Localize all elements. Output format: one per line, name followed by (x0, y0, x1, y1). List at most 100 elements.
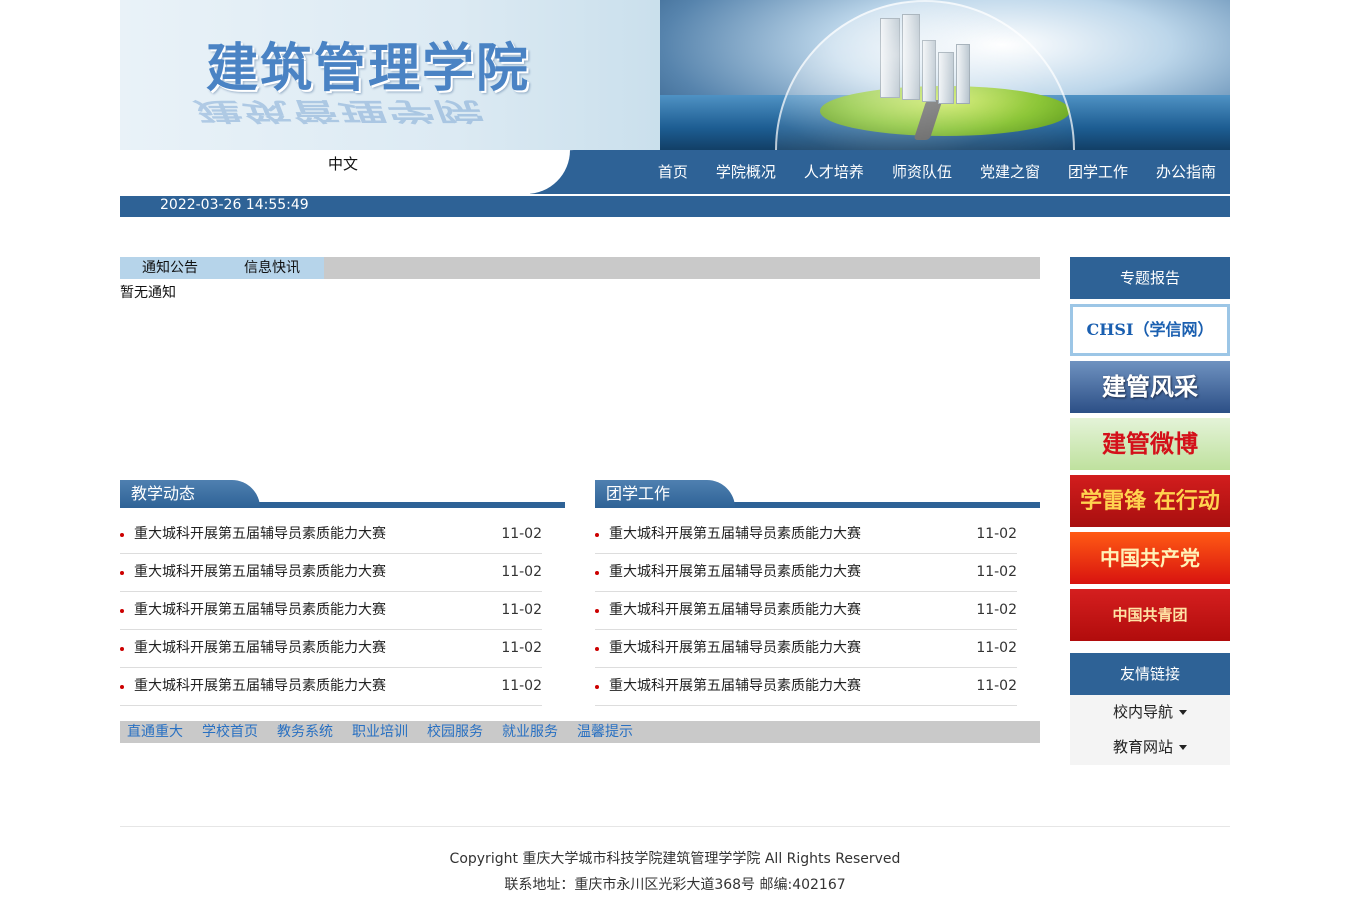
nav-office-guide[interactable]: 办公指南 (1142, 150, 1230, 194)
bullet-icon (595, 533, 599, 537)
language-area: 中文 (120, 150, 480, 194)
nav-party[interactable]: 党建之窗 (966, 150, 1054, 194)
education-sites-dropdown[interactable]: 教育网站 (1070, 730, 1230, 765)
bullet-icon (120, 685, 124, 689)
nav-row: 中文 首页 学院概况 人才培养 师资队伍 党建之窗 团学工作 办公指南 (120, 150, 1230, 194)
tab-notices[interactable]: 通知公告 (120, 257, 220, 279)
news-title[interactable]: 重大城科开展第五届辅导员素质能力大赛 (609, 592, 861, 628)
news-title[interactable]: 重大城科开展第五届辅导员素质能力大赛 (134, 630, 386, 666)
nav-home[interactable]: 首页 (644, 150, 702, 194)
date-bar: 2022-03-26 14:55:49 (120, 196, 1230, 217)
banner-chsi[interactable]: CHSI（学信网） (1070, 304, 1230, 356)
banner-label: CHSI（学信网） (1086, 320, 1214, 339)
banner-jianguan-style[interactable]: 建管风采 (1070, 361, 1230, 413)
sidebar-title: 友情链接 (1070, 653, 1230, 695)
panel-title[interactable]: 团学工作 (595, 480, 735, 508)
news-title[interactable]: 重大城科开展第五届辅导员素质能力大赛 (134, 592, 386, 628)
news-title[interactable]: 重大城科开展第五届辅导员素质能力大赛 (609, 630, 861, 666)
current-datetime: 2022-03-26 14:55:49 (160, 197, 309, 213)
dropdown-label: 教育网站 (1112, 738, 1173, 756)
news-date: 11-02 (501, 640, 542, 656)
link-school-home[interactable]: 学校首页 (202, 721, 258, 743)
list-item[interactable]: 重大城科开展第五届辅导员素质能力大赛 11-02 (595, 668, 1017, 706)
special-reports-sidebar: 专题报告 CHSI（学信网） 建管风采 建管微博 学雷锋 在行动 中国共产党 中… (1070, 257, 1230, 641)
teaching-news-panel: 教学动态 重大城科开展第五届辅导员素质能力大赛 11-02 重大城科开展第五届辅导… (120, 480, 565, 706)
campus-nav-dropdown[interactable]: 校内导航 (1070, 695, 1230, 730)
site-logo-reflection: 建筑管理学院 (189, 96, 490, 127)
bullet-icon (595, 685, 599, 689)
caret-down-icon (1179, 710, 1187, 715)
panel-title[interactable]: 教学动态 (120, 480, 260, 508)
news-list: 重大城科开展第五届辅导员素质能力大赛 11-02 重大城科开展第五届辅导员素质能力… (595, 516, 1017, 706)
header-banner: 建筑管理学院 建筑管理学院 (120, 0, 1230, 150)
quick-links-bar: 直通重大 学校首页 教务系统 职业培训 校园服务 就业服务 温馨提示 (120, 721, 1040, 743)
notice-tabs: 通知公告 信息快讯 (120, 257, 1040, 279)
bullet-icon (595, 609, 599, 613)
caret-down-icon (1179, 745, 1187, 750)
nav-youth-work[interactable]: 团学工作 (1054, 150, 1142, 194)
list-item[interactable]: 重大城科开展第五届辅导员素质能力大赛 11-02 (595, 554, 1017, 592)
list-item[interactable]: 重大城科开展第五届辅导员素质能力大赛 11-02 (120, 630, 542, 668)
panel-header: 教学动态 (120, 480, 565, 508)
news-title[interactable]: 重大城科开展第五届辅导员素质能力大赛 (134, 516, 386, 552)
news-date: 11-02 (976, 602, 1017, 618)
banner-label: 中国共产党 (1100, 546, 1200, 570)
nav-training[interactable]: 人才培养 (790, 150, 878, 194)
footer-divider (120, 826, 1230, 827)
news-date: 11-02 (976, 678, 1017, 694)
news-date: 11-02 (501, 564, 542, 580)
nav-faculty[interactable]: 师资队伍 (878, 150, 966, 194)
youth-work-panel: 团学工作 重大城科开展第五届辅导员素质能力大赛 11-02 重大城科开展第五届辅导… (595, 480, 1040, 706)
banner-jianguan-weibo[interactable]: 建管微博 (1070, 418, 1230, 470)
friend-links-sidebar: 友情链接 校内导航 教育网站 (1070, 653, 1230, 765)
list-item[interactable]: 重大城科开展第五届辅导员素质能力大赛 11-02 (595, 630, 1017, 668)
list-item[interactable]: 重大城科开展第五届辅导员素质能力大赛 11-02 (120, 592, 542, 630)
bullet-icon (120, 571, 124, 575)
notice-empty-message: 暂无通知 (120, 285, 176, 301)
bullet-icon (595, 571, 599, 575)
nav-overview[interactable]: 学院概况 (702, 150, 790, 194)
bullet-icon (120, 533, 124, 537)
link-cqu[interactable]: 直通重大 (127, 721, 183, 743)
news-title[interactable]: 重大城科开展第五届辅导员素质能力大赛 (134, 668, 386, 704)
site-logo-title: 建筑管理学院 (206, 38, 531, 99)
list-item[interactable]: 重大城科开展第五届辅导员素质能力大赛 11-02 (595, 516, 1017, 554)
banner-cpc[interactable]: 中国共产党 (1070, 532, 1230, 584)
link-tips[interactable]: 温馨提示 (577, 721, 633, 743)
banner-label: 学雷锋 在行动 (1080, 488, 1220, 514)
link-employment-services[interactable]: 就业服务 (502, 721, 558, 743)
footer-copyright: Copyright 重庆大学城市科技学院建筑管理学学院 All Rights R… (449, 851, 901, 867)
news-date: 11-02 (976, 526, 1017, 542)
banner-label: 建管微博 (1102, 429, 1198, 458)
news-title[interactable]: 重大城科开展第五届辅导员素质能力大赛 (609, 668, 861, 704)
bullet-icon (120, 647, 124, 651)
panel-header: 团学工作 (595, 480, 1040, 508)
link-academic-system[interactable]: 教务系统 (277, 721, 333, 743)
banner-label: 中国共青团 (1112, 606, 1188, 624)
language-switch[interactable]: 中文 (328, 153, 358, 174)
news-title[interactable]: 重大城科开展第五届辅导员素质能力大赛 (609, 516, 861, 552)
news-list: 重大城科开展第五届辅导员素质能力大赛 11-02 重大城科开展第五届辅导员素质能力… (120, 516, 542, 706)
news-title[interactable]: 重大城科开展第五届辅导员素质能力大赛 (134, 554, 386, 590)
sidebar-title: 专题报告 (1070, 257, 1230, 299)
main-menu: 首页 学院概况 人才培养 师资队伍 党建之窗 团学工作 办公指南 (644, 150, 1230, 194)
news-title[interactable]: 重大城科开展第五届辅导员素质能力大赛 (609, 554, 861, 590)
link-campus-services[interactable]: 校园服务 (427, 721, 483, 743)
list-item[interactable]: 重大城科开展第五届辅导员素质能力大赛 11-02 (120, 554, 542, 592)
banner-leifeng[interactable]: 学雷锋 在行动 (1070, 475, 1230, 527)
news-date: 11-02 (976, 564, 1017, 580)
list-item[interactable]: 重大城科开展第五届辅导员素质能力大赛 11-02 (120, 516, 542, 554)
news-date: 11-02 (976, 640, 1017, 656)
list-item[interactable]: 重大城科开展第五届辅导员素质能力大赛 11-02 (595, 592, 1017, 630)
link-vocational-training[interactable]: 职业培训 (352, 721, 408, 743)
footer: Copyright 重庆大学城市科技学院建筑管理学学院 All Rights R… (120, 846, 1230, 898)
dropdown-label: 校内导航 (1112, 703, 1173, 721)
news-date: 11-02 (501, 526, 542, 542)
news-date: 11-02 (501, 602, 542, 618)
list-item[interactable]: 重大城科开展第五届辅导员素质能力大赛 11-02 (120, 668, 542, 706)
bullet-icon (120, 609, 124, 613)
banner-cyl[interactable]: 中国共青团 (1070, 589, 1230, 641)
news-date: 11-02 (501, 678, 542, 694)
tab-news-flash[interactable]: 信息快讯 (220, 257, 324, 279)
bullet-icon (595, 647, 599, 651)
